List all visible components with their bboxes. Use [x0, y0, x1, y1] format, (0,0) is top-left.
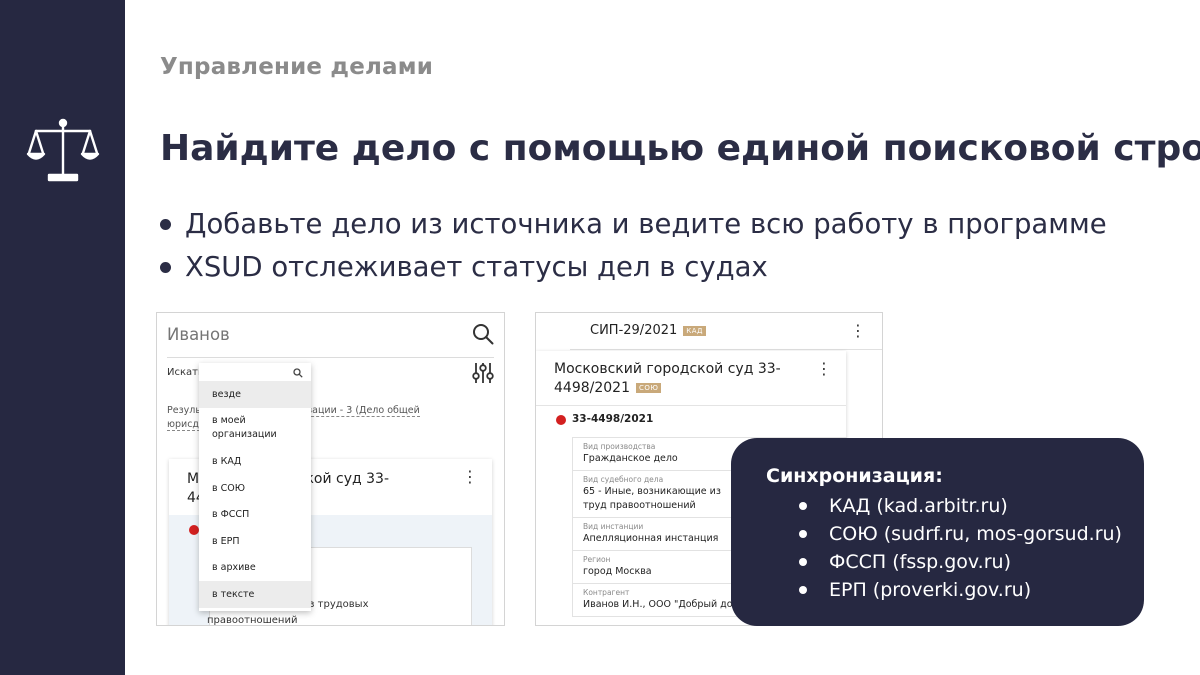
bullet-dot: [160, 219, 171, 230]
sidebar: [0, 0, 125, 675]
source-tag: СОЮ: [635, 383, 662, 393]
kebab-menu-icon[interactable]: ⋮: [850, 321, 866, 340]
sync-source-text: ЕРП (proverki.gov.ru): [829, 579, 1032, 601]
bullet-dot: [160, 262, 171, 273]
sync-source-list: КАД (kad.arbitr.ru) СОЮ (sudrf.ru, mos-g…: [799, 492, 1122, 604]
page-title: Найдите дело с помощью единой поисковой …: [160, 128, 1200, 169]
sync-source-item: ФССП (fssp.gov.ru): [799, 548, 1122, 576]
scales-of-justice-icon: [26, 118, 100, 182]
sync-source-item: СОЮ (sudrf.ru, mos-gorsud.ru): [799, 520, 1122, 548]
court-name: 4498/2021 СОЮ: [554, 380, 662, 396]
search-scope-dropdown[interactable]: везде в моей организации в КАД в СОЮ в Ф…: [199, 363, 311, 611]
sync-source-text: СОЮ (sudrf.ru, mos-gorsud.ru): [829, 523, 1122, 545]
sync-callout: Синхронизация: КАД (kad.arbitr.ru) СОЮ (…: [731, 438, 1144, 626]
feature-text: XSUD отслеживает статусы дел в судах: [185, 251, 768, 283]
dropdown-option-archive[interactable]: в архиве: [199, 555, 311, 582]
bullet-dot: [799, 558, 807, 566]
sync-source-text: ФССП (fssp.gov.ru): [829, 551, 1011, 573]
search-icon: [293, 368, 303, 378]
search-input[interactable]: Иванов: [167, 325, 230, 344]
case-number: СИП-29/2021 КАД: [590, 323, 707, 338]
court-case-number: 4498/2021: [554, 380, 630, 396]
dropdown-option-fssp[interactable]: в ФССП: [199, 502, 311, 529]
case-number-text: СИП-29/2021: [590, 323, 678, 338]
court-name: Московский городской суд 33-: [554, 361, 781, 377]
section-label: Управление делами: [160, 54, 434, 80]
feature-list: Добавьте дело из источника и ведите всю …: [160, 203, 1107, 289]
bullet-dot: [799, 502, 807, 510]
bullet-dot: [799, 530, 807, 538]
dropdown-option-everywhere[interactable]: везде: [199, 381, 311, 408]
results-link[interactable]: изации - 3 (Дело общей: [300, 405, 420, 417]
sync-source-item: ЕРП (proverki.gov.ru): [799, 576, 1122, 604]
field-value: 65 - Иные, возникающие из труд правоотно…: [583, 486, 721, 511]
case-card[interactable]: СИП-29/2021 КАД ⋮: [570, 313, 882, 350]
status-indicator: [556, 415, 566, 425]
dropdown-option-my-org[interactable]: в моей организации: [199, 408, 311, 449]
dropdown-option-text[interactable]: в тексте: [199, 581, 311, 608]
bullet-dot: [799, 586, 807, 594]
source-tag: КАД: [683, 325, 707, 336]
dropdown-option-soyu[interactable]: в СОЮ: [199, 475, 311, 502]
status-indicator: [189, 525, 199, 535]
dropdown-option-kad[interactable]: в КАД: [199, 449, 311, 476]
feature-item: XSUD отслеживает статусы дел в судах: [160, 246, 1107, 289]
search-icon[interactable]: [472, 323, 494, 345]
sync-source-text: КАД (kad.arbitr.ru): [829, 495, 1008, 517]
divider: [536, 405, 846, 406]
dropdown-option-erp[interactable]: в ЕРП: [199, 528, 311, 555]
search-underline: [167, 357, 494, 358]
feature-text: Добавьте дело из источника и ведите всю …: [185, 208, 1107, 240]
kebab-menu-icon[interactable]: ⋮: [816, 359, 832, 378]
case-number: 33-4498/2021: [572, 413, 654, 425]
filter-sliders-icon[interactable]: [472, 361, 494, 385]
sync-source-item: КАД (kad.arbitr.ru): [799, 492, 1122, 520]
feature-item: Добавьте дело из источника и ведите всю …: [160, 203, 1107, 246]
results-prefix: Резуль: [167, 405, 201, 416]
search-screenshot: Иванов Искать Резуль изации - 3 (Дело общ…: [156, 312, 505, 626]
case-detail-line: правоотношений: [207, 615, 298, 626]
kebab-menu-icon[interactable]: ⋮: [462, 469, 478, 485]
sync-title: Синхронизация:: [766, 465, 943, 487]
